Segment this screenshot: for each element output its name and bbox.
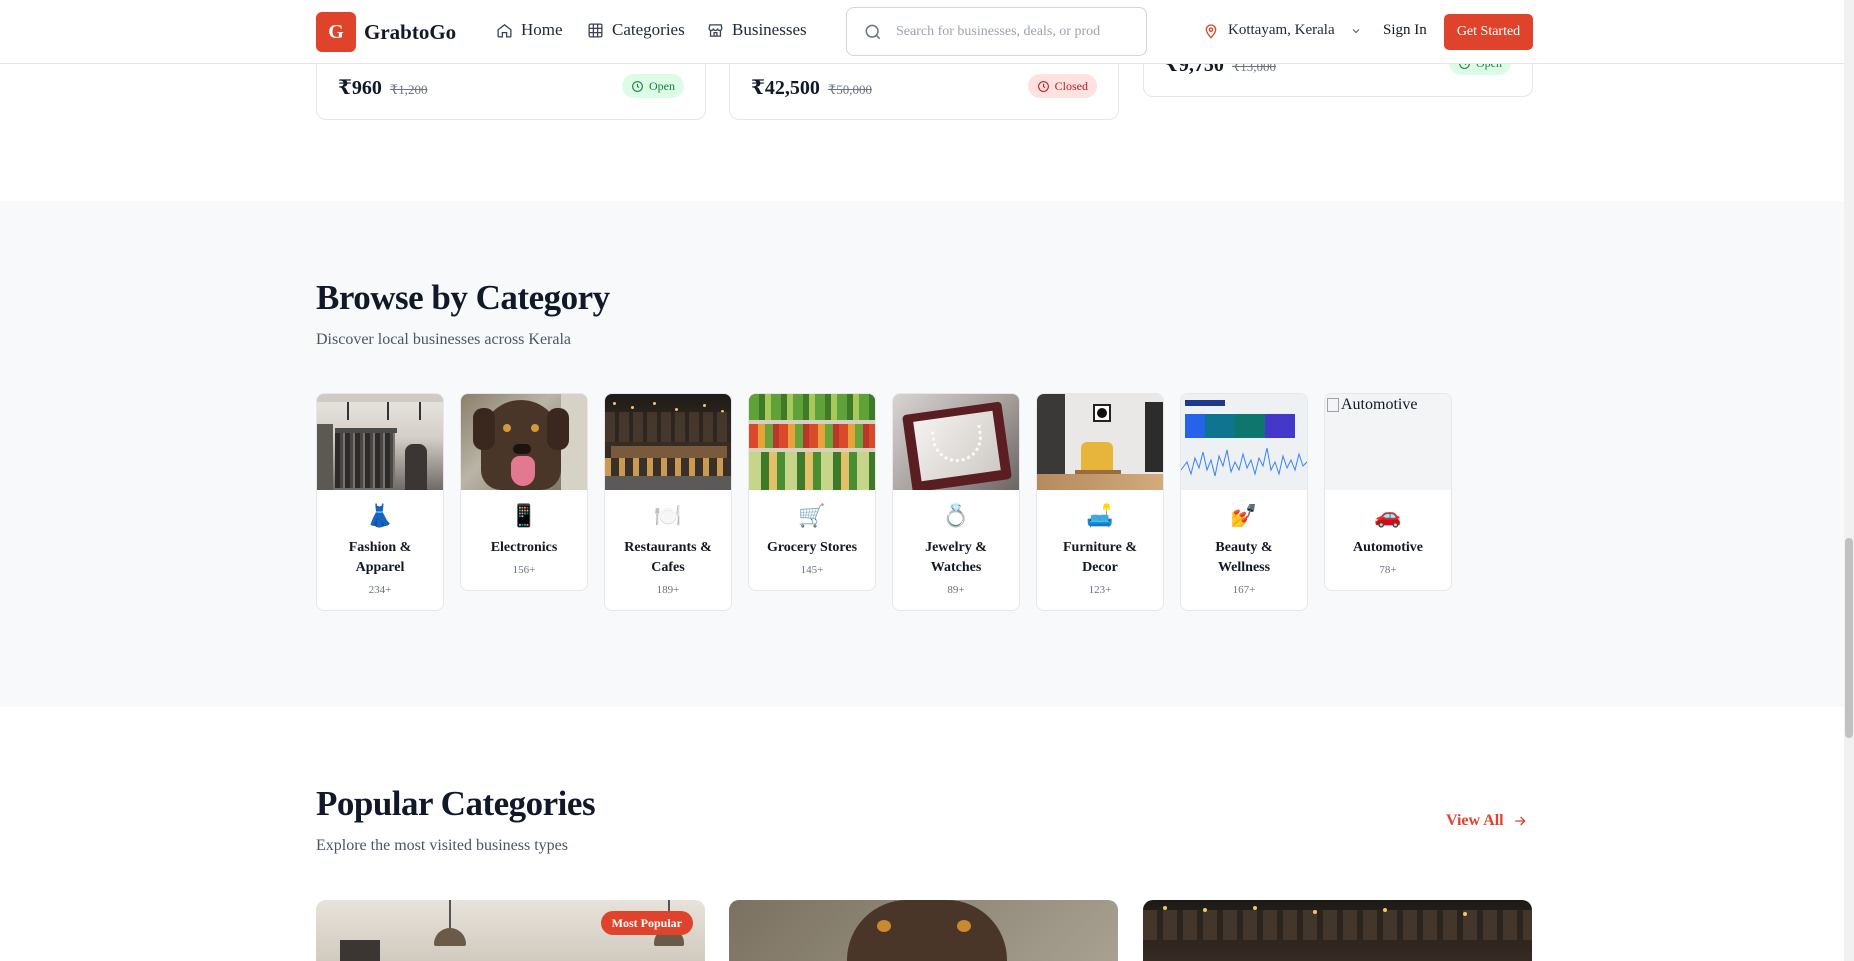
category-count: 123+	[1088, 584, 1112, 596]
status-label: Open	[649, 78, 675, 93]
car-icon: 🚗	[1374, 504, 1402, 529]
status-badge: Open	[622, 74, 684, 98]
map-pin-icon	[1205, 23, 1217, 39]
dashboard-line-chart	[1181, 447, 1307, 477]
chevron-down-icon	[1352, 28, 1359, 33]
automotive-image: Automotive	[1325, 394, 1451, 490]
grid-icon	[588, 22, 603, 38]
deal-price: ₹42,500	[751, 77, 820, 99]
category-name: Electronics	[490, 540, 558, 555]
nav-businesses-label: Businesses	[732, 20, 807, 39]
browse-subtitle: Discover local businesses across Kerala	[316, 331, 572, 348]
sofa-icon: 🛋️	[1086, 504, 1114, 529]
category-name: Automotive	[1353, 540, 1423, 555]
popular-subtitle: Explore the most visited business types	[316, 837, 568, 854]
cart-icon: 🛒	[798, 504, 826, 529]
view-all-label: View All	[1446, 812, 1504, 829]
clock-icon	[1037, 80, 1049, 92]
popular-card[interactable]: Most Popular	[316, 900, 705, 961]
dress-icon: 👗	[366, 504, 394, 529]
nav-businesses[interactable]: Businesses	[707, 20, 807, 40]
category-card-fashion[interactable]: 👗 Fashion & Apparel 234+	[316, 393, 444, 611]
category-card-jewelry[interactable]: 💍 Jewelry & Watches 89+	[892, 393, 1020, 611]
status-label: Closed	[1054, 78, 1088, 93]
beauty-image	[1181, 394, 1307, 490]
scrollbar-thumb[interactable]	[1845, 538, 1853, 738]
page-scrollbar[interactable]	[1844, 0, 1854, 961]
search-input[interactable]	[896, 23, 1136, 40]
restaurants-image	[605, 394, 731, 490]
category-count: 189+	[656, 584, 680, 596]
category-card-grocery[interactable]: 🛒 Grocery Stores 145+	[748, 393, 876, 591]
nav-home[interactable]: Home	[496, 20, 563, 40]
category-card-furniture[interactable]: 🛋️ Furniture & Decor 123+	[1036, 393, 1164, 611]
category-count: 234+	[368, 584, 392, 596]
deal-price-row: ₹960 ₹1,200	[338, 75, 427, 100]
fashion-image	[317, 394, 443, 490]
brand-name[interactable]: GrabtoGo	[364, 20, 456, 45]
phone-icon: 📱	[510, 504, 538, 529]
nav-home-label: Home	[521, 20, 563, 39]
broken-image-icon	[1327, 398, 1339, 412]
jewelry-image	[893, 394, 1019, 490]
category-card-beauty[interactable]: 💅 Beauty & Wellness 167+	[1180, 393, 1308, 611]
category-count: 167+	[1232, 584, 1256, 596]
category-count: 156+	[512, 564, 536, 576]
location-selector[interactable]: Kottayam, Kerala	[1203, 22, 1362, 39]
category-card-electronics[interactable]: 📱 Electronics 156+	[460, 393, 588, 591]
top-navbar: G GrabtoGo Home Categories Businesses Ko…	[0, 0, 1844, 64]
electronics-image	[461, 394, 587, 490]
category-name: Restaurants & Cafes	[624, 540, 712, 575]
nav-categories[interactable]: Categories	[587, 20, 685, 40]
search-icon	[865, 24, 881, 39]
store-icon	[708, 23, 723, 37]
location-label: Kottayam, Kerala	[1228, 22, 1335, 38]
category-name: Jewelry & Watches	[925, 540, 987, 575]
plate-icon: 🍽️	[654, 504, 682, 529]
deal-original-price: ₹50,000	[827, 82, 872, 97]
category-card-automotive[interactable]: Automotive 🚗 Automotive 78+	[1324, 393, 1452, 591]
category-name: Fashion & Apparel	[348, 540, 412, 575]
category-count: 145+	[800, 564, 824, 576]
status-badge: Closed	[1027, 74, 1097, 98]
deal-price: ₹960	[338, 77, 382, 99]
deal-price-row: ₹42,500 ₹50,000	[751, 75, 872, 100]
popular-card[interactable]	[1143, 900, 1532, 961]
nav-categories-label: Categories	[612, 20, 685, 39]
browse-title: Browse by Category	[316, 278, 610, 317]
furniture-image	[1037, 394, 1163, 490]
logo-icon[interactable]: G	[316, 12, 356, 52]
category-name: Furniture & Decor	[1062, 540, 1137, 575]
category-name: Beauty & Wellness	[1215, 540, 1273, 575]
broken-image-alt: Automotive	[1327, 396, 1417, 414]
arrow-right-icon	[1514, 816, 1526, 826]
alt-text: Automotive	[1341, 396, 1418, 413]
clock-icon	[632, 80, 643, 92]
grocery-image	[749, 394, 875, 490]
most-popular-badge: Most Popular	[600, 911, 693, 935]
logo-letter: G	[328, 20, 344, 43]
get-started-button[interactable]: Get Started	[1444, 14, 1533, 50]
category-count: 89+	[947, 584, 965, 596]
picture-frame	[340, 940, 380, 961]
category-card-restaurants[interactable]: 🍽️ Restaurants & Cafes 189+	[604, 393, 732, 611]
category-count: 78+	[1379, 564, 1397, 576]
popular-card[interactable]	[729, 900, 1118, 961]
category-name: Grocery Stores	[766, 540, 858, 555]
search-box	[846, 7, 1147, 56]
ring-icon: 💍	[942, 504, 970, 529]
popular-title: Popular Categories	[316, 784, 596, 823]
nail-polish-icon: 💅	[1230, 504, 1258, 529]
home-icon	[497, 23, 512, 38]
view-all-link[interactable]: View All	[1446, 812, 1528, 830]
sign-in-link[interactable]: Sign In	[1383, 22, 1427, 39]
deal-original-price: ₹1,200	[389, 82, 428, 97]
